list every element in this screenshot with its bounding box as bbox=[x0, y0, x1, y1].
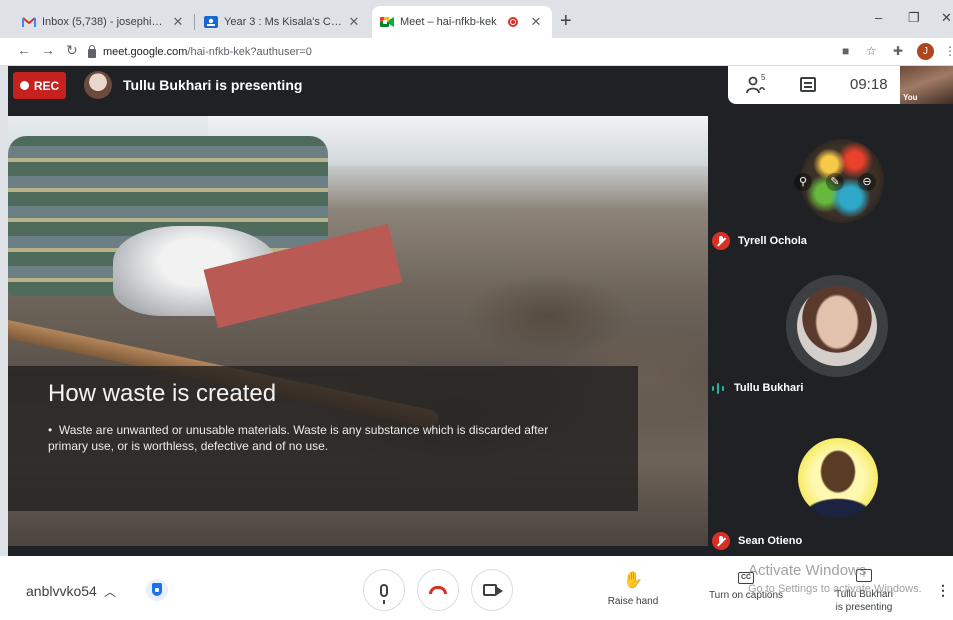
participant-name-row: Sean Otieno bbox=[712, 532, 802, 550]
participant-name-row: Tyrell Ochola bbox=[712, 232, 807, 250]
camera-button[interactable] bbox=[471, 569, 513, 611]
present-label-2: is presenting bbox=[835, 602, 893, 613]
slide-caption-box: How waste is created • Waste are unwante… bbox=[8, 366, 638, 511]
reload-icon[interactable]: ↻ bbox=[66, 42, 78, 59]
tile-actions: ⚲ ✎ ⊖ bbox=[794, 173, 876, 191]
back-icon[interactable]: ← bbox=[17, 42, 31, 58]
watermark-line-1: Activate Windows bbox=[748, 562, 867, 579]
chevron-up-icon[interactable]: ︿ bbox=[104, 583, 116, 600]
lock-icon bbox=[88, 44, 96, 58]
close-icon[interactable]: ✕ bbox=[528, 14, 544, 30]
menu-icon[interactable]: ⋮ bbox=[944, 44, 953, 58]
presenting-text: Tullu Bukhari is presenting bbox=[123, 77, 303, 93]
star-icon[interactable]: ☆ bbox=[866, 44, 877, 58]
presented-slide: How waste is created • Waste are unwante… bbox=[8, 116, 708, 546]
profile-avatar[interactable]: J bbox=[917, 43, 934, 60]
tab-separator bbox=[194, 14, 195, 30]
tab-strip: Inbox (5,738) - josephine.kisala@ ✕ Year… bbox=[0, 0, 953, 38]
more-options-icon[interactable]: ⋮ bbox=[936, 582, 950, 599]
top-controls: 5 09:18 bbox=[728, 66, 900, 104]
presenter-avatar bbox=[84, 71, 112, 99]
url-path: /hai-nfkb-kek?authuser=0 bbox=[187, 46, 312, 58]
participant-name: Tullu Bukhari bbox=[734, 382, 804, 394]
hand-icon: ✋ bbox=[623, 572, 643, 589]
new-tab-button[interactable]: + bbox=[560, 11, 572, 31]
leave-call-button[interactable] bbox=[417, 569, 459, 611]
participants-pane: ⚲ ✎ ⊖ Tyrell Ochola Tullu Bukhari Sean O… bbox=[708, 106, 953, 556]
meeting-code[interactable]: anblvvko54 bbox=[26, 583, 97, 599]
self-view-tile[interactable]: You bbox=[900, 66, 953, 104]
close-icon[interactable]: ✕ bbox=[346, 14, 362, 30]
participant-avatar bbox=[797, 286, 877, 366]
hang-up-icon bbox=[429, 586, 447, 594]
mic-button[interactable] bbox=[363, 569, 405, 611]
gmail-icon bbox=[22, 17, 36, 27]
tab-title: Inbox (5,738) - josephine.kisala@ bbox=[42, 16, 166, 28]
meet-icon bbox=[380, 17, 394, 27]
restore-icon[interactable]: ❐ bbox=[908, 10, 920, 26]
meeting-controls-bar: anblvvko54 ︿ ✋ Raise hand CC Turn on cap… bbox=[0, 556, 953, 620]
mic-off-icon bbox=[712, 232, 730, 250]
recording-badge: REC bbox=[13, 72, 66, 99]
speaking-icon bbox=[712, 382, 724, 394]
participant-name: Tyrell Ochola bbox=[738, 235, 807, 247]
participant-tile[interactable]: Sean Otieno bbox=[708, 406, 953, 556]
url-field[interactable]: meet.google.com/hai-nfkb-kek?authuser=0 bbox=[88, 41, 833, 63]
url-host: meet.google.com bbox=[103, 46, 188, 58]
minimize-icon[interactable]: – bbox=[875, 10, 882, 25]
tab-title: Year 3 : Ms Kisala's Class bbox=[224, 16, 342, 28]
activate-windows-watermark: Activate Windows Go to Settings to activ… bbox=[748, 562, 922, 595]
slide-title: How waste is created bbox=[48, 380, 277, 407]
raise-hand-button[interactable]: ✋ Raise hand bbox=[600, 571, 666, 607]
meeting-clock: 09:18 bbox=[850, 76, 888, 93]
participant-tile[interactable]: Tullu Bukhari bbox=[708, 256, 953, 406]
participant-tile[interactable]: ⚲ ✎ ⊖ Tyrell Ochola bbox=[708, 106, 953, 256]
extensions-icon[interactable]: ✚ bbox=[893, 44, 903, 58]
close-window-icon[interactable]: ✕ bbox=[941, 10, 952, 26]
tab-title: Meet – hai-nfkb-kek bbox=[400, 16, 497, 28]
close-icon[interactable]: ✕ bbox=[170, 14, 186, 30]
pin-icon[interactable]: ⚲ bbox=[794, 173, 812, 191]
slide-bullet: • Waste are unwanted or unusable materia… bbox=[48, 423, 549, 453]
classroom-icon bbox=[204, 16, 218, 28]
participant-avatar bbox=[798, 438, 878, 518]
chat-icon[interactable] bbox=[800, 77, 816, 92]
tab-gmail[interactable]: Inbox (5,738) - josephine.kisala@ ✕ bbox=[14, 6, 194, 38]
self-view-label: You bbox=[903, 93, 918, 102]
recording-label: REC bbox=[33, 78, 60, 93]
tab-classroom[interactable]: Year 3 : Ms Kisala's Class ✕ bbox=[196, 6, 370, 38]
participant-name-row: Tullu Bukhari bbox=[712, 382, 803, 394]
participant-count: 5 bbox=[761, 73, 766, 82]
meet-stage: REC Tullu Bukhari is presenting 5 09:18 … bbox=[8, 66, 953, 556]
camera-indicator-icon[interactable]: ■ bbox=[842, 44, 849, 58]
remove-icon[interactable]: ⊖ bbox=[858, 173, 876, 191]
tab-meet[interactable]: Meet – hai-nfkb-kek ✕ bbox=[372, 6, 552, 38]
forward-icon[interactable]: → bbox=[41, 42, 55, 58]
address-bar: ← → ↻ meet.google.com/hai-nfkb-kek?authu… bbox=[0, 38, 953, 66]
host-controls-icon[interactable] bbox=[146, 579, 168, 601]
recording-indicator-icon bbox=[508, 17, 518, 27]
watermark-line-2: Go to Settings to activate Windows. bbox=[748, 583, 922, 595]
record-dot-icon bbox=[19, 81, 29, 90]
mute-participant-icon[interactable]: ✎ bbox=[826, 173, 844, 191]
mic-off-icon bbox=[712, 532, 730, 550]
camera-icon bbox=[483, 584, 503, 596]
browser-window: Inbox (5,738) - josephine.kisala@ ✕ Year… bbox=[0, 0, 953, 620]
mic-icon bbox=[380, 583, 388, 604]
raise-hand-label: Raise hand bbox=[607, 596, 659, 607]
participant-name: Sean Otieno bbox=[738, 535, 803, 547]
presentation-bar: REC Tullu Bukhari is presenting bbox=[8, 66, 728, 106]
